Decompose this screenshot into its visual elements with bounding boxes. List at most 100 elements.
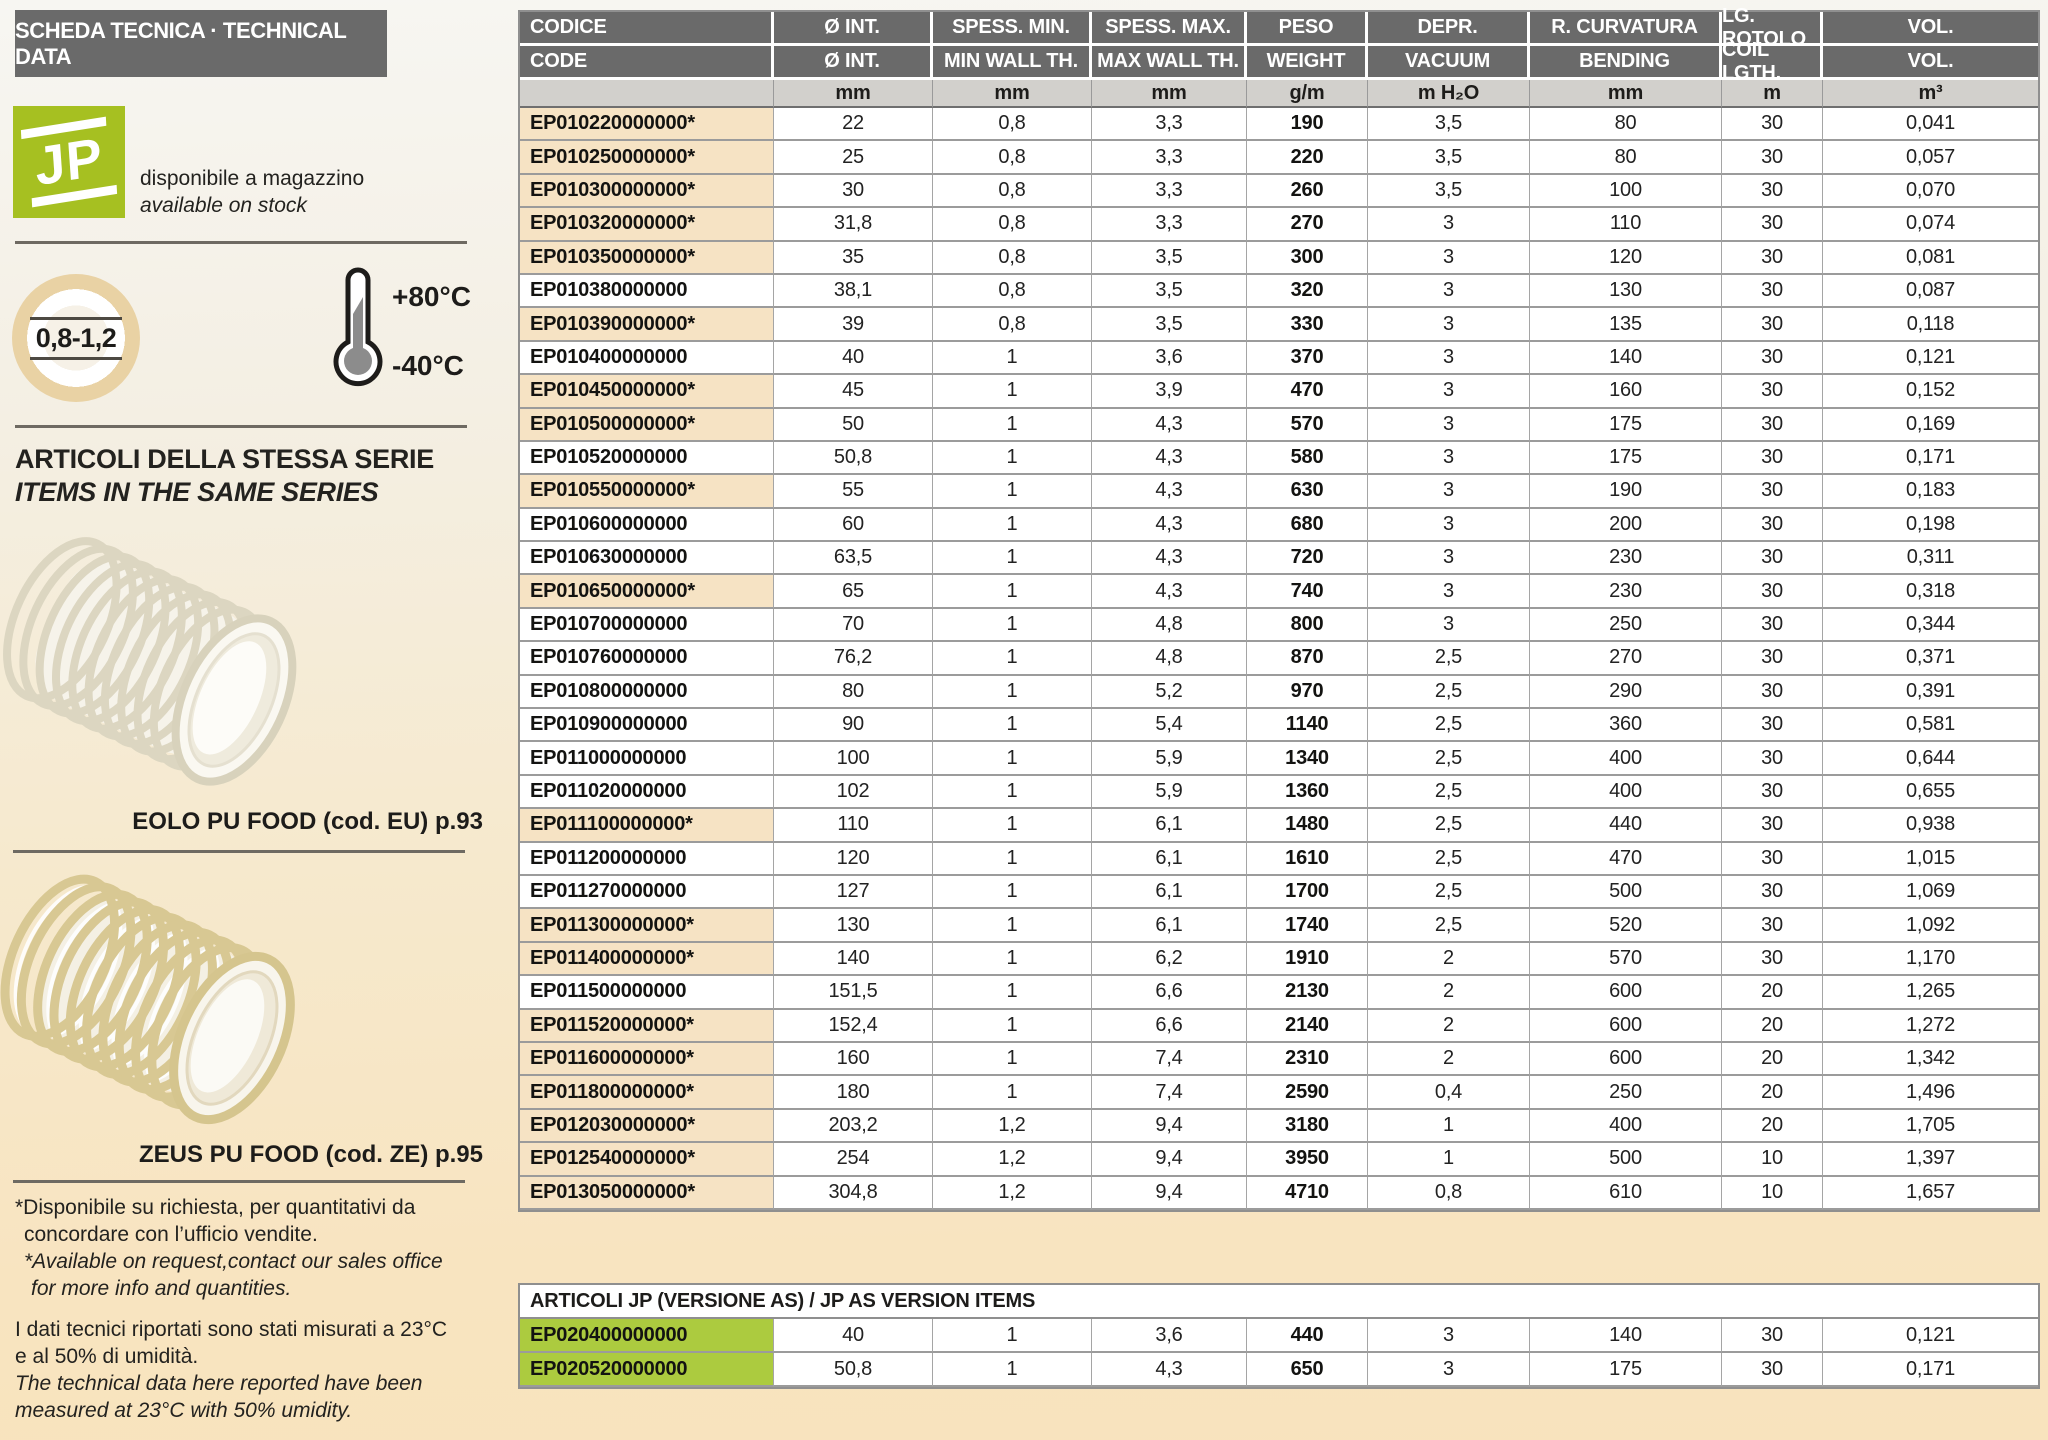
data-cell: 30 — [1722, 409, 1823, 442]
column-subheader-8: VOL. — [1823, 46, 2038, 80]
data-cell: 20 — [1722, 976, 1823, 1009]
data-cell: 0,057 — [1823, 141, 2038, 174]
data-cell: 3,6 — [1092, 342, 1247, 375]
product-code: EP010400000000 — [520, 342, 774, 375]
data-cell: 970 — [1247, 676, 1368, 709]
data-cell: 6,6 — [1092, 976, 1247, 1009]
divider — [13, 1180, 465, 1183]
data-cell: 0,152 — [1823, 375, 2038, 408]
data-cell: 30 — [1722, 1319, 1823, 1353]
product-code: EP020400000000 — [520, 1319, 774, 1353]
footnote-line: *Available on request,contact our sales … — [15, 1248, 447, 1275]
data-cell: 30 — [1722, 141, 1823, 174]
data-cell: 0,8 — [933, 141, 1092, 174]
data-cell: 30 — [1722, 442, 1823, 475]
data-cell: 30 — [1722, 242, 1823, 275]
data-cell: 0,8 — [933, 108, 1092, 141]
data-cell: 30 — [1722, 375, 1823, 408]
column-subheader-1: Ø INT. — [774, 46, 933, 80]
data-cell: 35 — [774, 242, 933, 275]
data-cell: 1 — [933, 1076, 1092, 1109]
data-cell: 30 — [1722, 342, 1823, 375]
data-cell: 2 — [1368, 1043, 1530, 1076]
availability-note: disponibile a magazzino available on sto… — [140, 165, 364, 219]
unit-cell: g/m — [1247, 80, 1368, 108]
data-cell: 630 — [1247, 475, 1368, 508]
data-cell: 40 — [774, 342, 933, 375]
data-cell: 175 — [1530, 409, 1722, 442]
data-cell: 4,8 — [1092, 609, 1247, 642]
data-cell: 55 — [774, 475, 933, 508]
product-code: EP010380000000 — [520, 275, 774, 308]
technical-data-sheet: SCHEDA TECNICA · TECHNICAL DATA JP dispo… — [0, 0, 2048, 1440]
data-cell: 30 — [1722, 642, 1823, 675]
data-cell: 30 — [1722, 175, 1823, 208]
product-code: EP010700000000 — [520, 609, 774, 642]
data-cell: 1 — [933, 943, 1092, 976]
product-code: EP010220000000* — [520, 108, 774, 141]
column-header-6: R. CURVATURA — [1530, 12, 1722, 46]
product-code: EP010450000000* — [520, 375, 774, 408]
data-cell: 102 — [774, 776, 933, 809]
data-cell: 2,5 — [1368, 709, 1530, 742]
data-cell: 4,3 — [1092, 442, 1247, 475]
data-cell: 1 — [933, 375, 1092, 408]
unit-cell: mm — [1092, 80, 1247, 108]
data-cell: 3,5 — [1092, 242, 1247, 275]
data-cell: 1 — [933, 609, 1092, 642]
data-cell: 0,371 — [1823, 642, 2038, 675]
data-cell: 38,1 — [774, 275, 933, 308]
data-cell: 30 — [1722, 943, 1823, 976]
data-cell: 30 — [1722, 308, 1823, 341]
column-header-3: SPESS. MAX. — [1092, 12, 1247, 46]
thermometer-icon — [328, 264, 388, 404]
product-code: EP011520000000* — [520, 1010, 774, 1043]
data-cell: 50,8 — [774, 1353, 933, 1387]
hose-cross-section-icon: 0,8-1,2 — [12, 274, 140, 402]
data-cell: 2590 — [1247, 1076, 1368, 1109]
data-cell: 1 — [933, 843, 1092, 876]
data-cell: 1480 — [1247, 809, 1368, 842]
data-cell: 0,8 — [933, 308, 1092, 341]
data-cell: 0,344 — [1823, 609, 2038, 642]
data-cell: 260 — [1247, 175, 1368, 208]
data-cell: 9,4 — [1092, 1110, 1247, 1143]
data-cell: 30 — [1722, 542, 1823, 575]
data-cell: 140 — [774, 943, 933, 976]
zeus-hose-image — [0, 860, 310, 1150]
data-cell: 1 — [933, 1043, 1092, 1076]
data-cell: 30 — [1722, 275, 1823, 308]
data-cell: 470 — [1247, 375, 1368, 408]
data-cell: 440 — [1247, 1319, 1368, 1353]
wall-thickness-range: 0,8-1,2 — [30, 317, 123, 360]
data-cell: 4,3 — [1092, 475, 1247, 508]
data-cell: 0,169 — [1823, 409, 2038, 442]
column-header-8: VOL. — [1823, 12, 2038, 46]
data-cell: 300 — [1247, 242, 1368, 275]
data-cell: 190 — [1530, 475, 1722, 508]
data-cell: 10 — [1722, 1143, 1823, 1176]
data-cell: 270 — [1247, 208, 1368, 241]
data-cell: 400 — [1530, 776, 1722, 809]
column-header-codice: CODICE — [520, 12, 774, 46]
data-cell: 3 — [1368, 208, 1530, 241]
data-cell: 127 — [774, 876, 933, 909]
data-cell: 30 — [1722, 475, 1823, 508]
data-cell: 1 — [933, 1010, 1092, 1043]
data-cell: 1,015 — [1823, 843, 2038, 876]
data-cell: 3,5 — [1092, 275, 1247, 308]
data-cell: 30 — [1722, 876, 1823, 909]
data-cell: 600 — [1530, 976, 1722, 1009]
data-cell: 1 — [1368, 1143, 1530, 1176]
data-cell: 0,318 — [1823, 575, 2038, 608]
data-cell: 50,8 — [774, 442, 933, 475]
product-code: EP011800000000* — [520, 1076, 774, 1109]
data-cell: 1,2 — [933, 1110, 1092, 1143]
data-cell: 30 — [1722, 1353, 1823, 1387]
data-cell: 1,265 — [1823, 976, 2038, 1009]
data-cell: 1 — [933, 876, 1092, 909]
data-cell: 110 — [1530, 208, 1722, 241]
data-cell: 4,3 — [1092, 509, 1247, 542]
data-cell: 3,5 — [1092, 308, 1247, 341]
data-cell: 0,644 — [1823, 742, 2038, 775]
